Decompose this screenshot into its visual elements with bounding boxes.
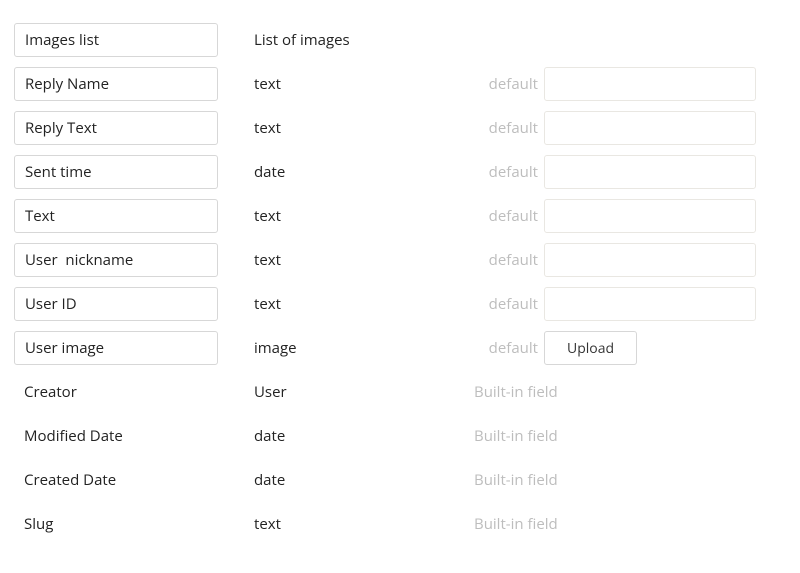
field-name-label: Slug — [14, 514, 224, 534]
default-label: default — [474, 294, 544, 314]
field-type-label: date — [224, 162, 474, 182]
field-row: textdefault — [14, 106, 786, 150]
field-type-label: image — [224, 338, 474, 358]
field-name-label: Created Date — [14, 470, 224, 490]
default-label: default — [474, 118, 544, 138]
field-name-label: Modified Date — [14, 426, 224, 446]
field-name-input[interactable] — [14, 155, 218, 189]
field-row: CreatorUserBuilt-in field — [14, 370, 786, 414]
field-row: textdefault — [14, 194, 786, 238]
default-label: default — [474, 74, 544, 94]
field-row: List of images — [14, 18, 786, 62]
field-row: textdefault — [14, 238, 786, 282]
field-type-label: text — [224, 74, 474, 94]
field-row: Modified DatedateBuilt-in field — [14, 414, 786, 458]
field-type-label: text — [224, 118, 474, 138]
upload-button[interactable]: Upload — [544, 331, 637, 365]
builtin-field-label: Built-in field — [474, 426, 786, 446]
field-type-label: text — [224, 514, 474, 534]
field-row: textdefault — [14, 62, 786, 106]
field-name-label: Creator — [14, 382, 224, 402]
default-value-input[interactable] — [544, 67, 756, 101]
field-name-input[interactable] — [14, 331, 218, 365]
default-label: default — [474, 250, 544, 270]
default-label: default — [474, 162, 544, 182]
field-name-input[interactable] — [14, 67, 218, 101]
field-row: textdefault — [14, 282, 786, 326]
field-name-input[interactable] — [14, 287, 218, 321]
field-row: datedefault — [14, 150, 786, 194]
field-type-label: User — [224, 382, 474, 402]
field-type-label: text — [224, 294, 474, 314]
field-type-label: date — [224, 426, 474, 446]
field-row: SlugtextBuilt-in field — [14, 502, 786, 546]
field-name-input[interactable] — [14, 111, 218, 145]
default-label: default — [474, 338, 544, 358]
default-value-input[interactable] — [544, 111, 756, 145]
default-value-input[interactable] — [544, 287, 756, 321]
field-name-input[interactable] — [14, 23, 218, 57]
default-value-input[interactable] — [544, 243, 756, 277]
field-row: Created DatedateBuilt-in field — [14, 458, 786, 502]
builtin-field-label: Built-in field — [474, 470, 786, 490]
builtin-field-label: Built-in field — [474, 382, 786, 402]
field-type-label: text — [224, 250, 474, 270]
builtin-field-label: Built-in field — [474, 514, 786, 534]
field-name-input[interactable] — [14, 243, 218, 277]
field-type-label: List of images — [224, 30, 474, 50]
field-type-label: text — [224, 206, 474, 226]
field-type-label: date — [224, 470, 474, 490]
default-label: default — [474, 206, 544, 226]
default-value-input[interactable] — [544, 199, 756, 233]
field-name-input[interactable] — [14, 199, 218, 233]
default-value-input[interactable] — [544, 155, 756, 189]
field-row: imagedefaultUpload — [14, 326, 786, 370]
